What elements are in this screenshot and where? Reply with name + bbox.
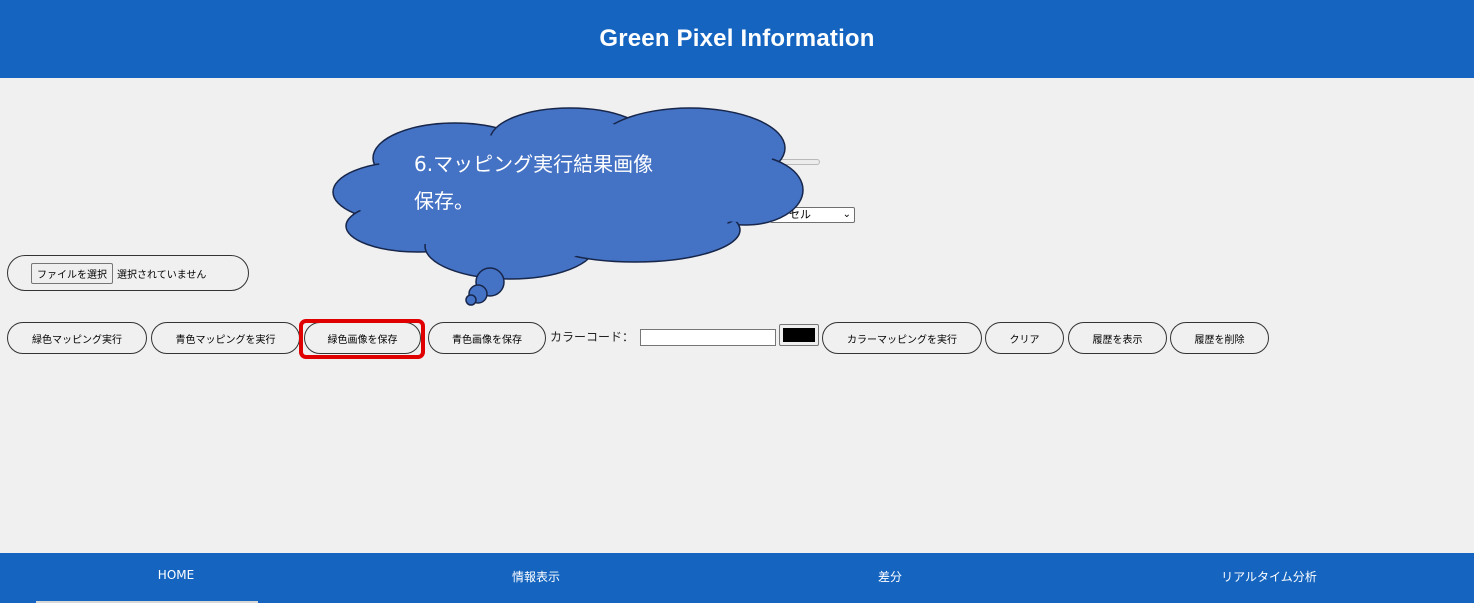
- save-blue-image-button[interactable]: 青色画像を保存: [428, 322, 546, 354]
- callout-line-2: 保存。: [414, 189, 474, 213]
- delete-history-button[interactable]: 履歴を削除: [1170, 322, 1269, 354]
- green-mapping-button[interactable]: 緑色マッピング実行: [7, 322, 147, 354]
- nav-home[interactable]: HOME: [158, 568, 194, 582]
- choose-file-button[interactable]: ファイルを選択: [31, 262, 113, 284]
- bottom-nav: HOME 情報表示 差分 リアルタイム分析: [0, 553, 1474, 603]
- clear-button[interactable]: クリア: [985, 322, 1064, 354]
- nav-info[interactable]: 情報表示: [512, 568, 560, 585]
- chevron-down-icon: ⌄: [842, 209, 851, 220]
- color-mapping-button[interactable]: カラーマッピングを実行: [822, 322, 982, 354]
- callout-text: 6.マッピング実行結果画像 保存。: [414, 146, 714, 220]
- color-picker[interactable]: [779, 324, 819, 346]
- file-chooser: ファイルを選択 選択されていません: [7, 255, 249, 291]
- nav-diff[interactable]: 差分: [878, 568, 902, 585]
- callout-line-1: 6.マッピング実行結果画像: [414, 152, 654, 176]
- page-title: Green Pixel Information: [599, 25, 875, 52]
- top-bar: Green Pixel Information: [0, 0, 1474, 78]
- show-history-button[interactable]: 履歴を表示: [1068, 322, 1167, 354]
- color-swatch: [783, 328, 815, 342]
- blue-mapping-button[interactable]: 青色マッピングを実行: [151, 322, 300, 354]
- color-code-input[interactable]: [640, 329, 776, 346]
- color-code-label: カラーコード：: [550, 330, 635, 344]
- nav-realtime[interactable]: リアルタイム分析: [1221, 568, 1317, 585]
- file-status: 選択されていません: [117, 269, 207, 281]
- save-green-image-button[interactable]: 緑色画像を保存: [304, 322, 421, 354]
